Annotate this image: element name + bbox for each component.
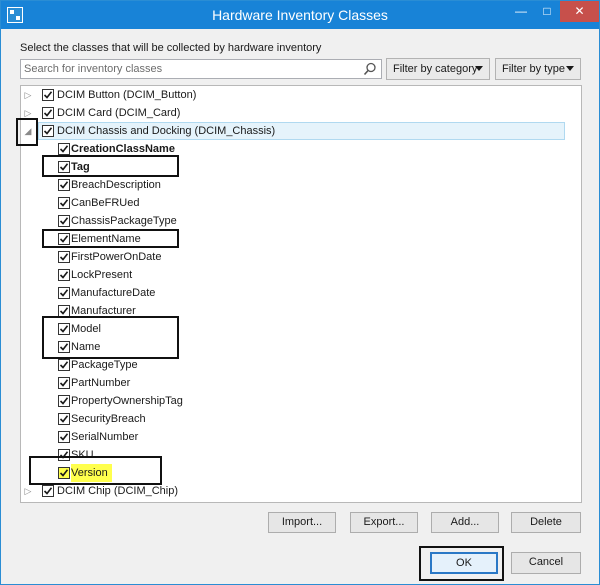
maximize-icon: □ xyxy=(543,4,551,18)
property-checkbox[interactable] xyxy=(58,323,70,335)
property-checkbox[interactable] xyxy=(58,143,70,155)
property-label: Version xyxy=(71,464,112,482)
property-checkbox[interactable] xyxy=(58,287,70,299)
search-icon[interactable] xyxy=(363,62,377,76)
property-label: PropertyOwnershipTag xyxy=(71,395,183,407)
minimize-button[interactable]: — xyxy=(508,1,534,22)
property-label: Model xyxy=(71,323,101,335)
close-button[interactable]: ✕ xyxy=(560,1,599,22)
cancel-button[interactable]: Cancel xyxy=(511,552,581,574)
property-checkbox[interactable] xyxy=(58,359,70,371)
property-checkbox[interactable] xyxy=(58,431,70,443)
tree-item-class[interactable]: ▷ DCIM Button (DCIM_Button) xyxy=(21,86,567,104)
tree-item-property[interactable]: PropertyOwnershipTag xyxy=(21,392,567,410)
property-checkbox[interactable] xyxy=(58,179,70,191)
close-icon: ✕ xyxy=(574,4,585,18)
instructions-label: Select the classes that will be collecte… xyxy=(20,42,322,54)
dialog-window: Hardware Inventory Classes — □ ✕ Select … xyxy=(0,0,600,585)
tree-item-property[interactable]: Manufacturer xyxy=(21,302,567,320)
tree-item-property[interactable]: PackageType xyxy=(21,356,567,374)
expand-arrow-icon[interactable]: ▷ xyxy=(22,482,34,500)
class-label: DCIM Button (DCIM_Button) xyxy=(57,89,197,101)
tree-item-property[interactable]: PartNumber xyxy=(21,374,567,392)
class-label: DCIM Chip (DCIM_Chip) xyxy=(57,485,179,497)
property-checkbox[interactable] xyxy=(58,449,70,461)
property-checkbox[interactable] xyxy=(58,197,70,209)
property-checkbox[interactable] xyxy=(58,305,70,317)
property-label: SecurityBreach xyxy=(71,413,146,425)
minimize-icon: — xyxy=(515,4,527,18)
property-checkbox[interactable] xyxy=(58,467,70,479)
property-checkbox[interactable] xyxy=(58,233,70,245)
property-label: ManufactureDate xyxy=(71,287,156,299)
property-label: CanBeFRUed xyxy=(71,197,140,209)
property-checkbox[interactable] xyxy=(58,413,70,425)
class-checkbox[interactable] xyxy=(42,125,54,137)
tree-item-property[interactable]: CreationClassName xyxy=(21,140,567,158)
property-label: Manufacturer xyxy=(71,305,136,317)
search-input[interactable] xyxy=(24,61,362,77)
expand-arrow-icon[interactable]: ▷ xyxy=(22,104,34,122)
collapse-arrow-icon[interactable]: ◢ xyxy=(22,122,34,140)
maximize-button[interactable]: □ xyxy=(534,1,560,22)
property-label: FirstPowerOnDate xyxy=(71,251,162,263)
tree-item-property[interactable]: FirstPowerOnDate xyxy=(21,248,567,266)
tree-item-property[interactable]: Tag xyxy=(21,158,567,176)
chevron-down-icon xyxy=(566,66,574,71)
property-label: ElementName xyxy=(71,233,141,245)
tree-item-property[interactable]: ChassisPackageType xyxy=(21,212,567,230)
filter-by-type-label: Filter by type xyxy=(502,63,565,75)
tree-item-property[interactable]: BreachDescription xyxy=(21,176,567,194)
class-label: DCIM Card (DCIM_Card) xyxy=(57,107,181,119)
class-tree[interactable]: ▷ DCIM Button (DCIM_Button) ▷ DCIM Card … xyxy=(20,85,582,503)
chevron-down-icon xyxy=(475,66,483,71)
property-label: Tag xyxy=(71,161,90,173)
tree-item-property[interactable]: SerialNumber xyxy=(21,428,567,446)
property-label: Name xyxy=(71,341,101,353)
filter-by-category-label: Filter by category xyxy=(393,63,478,75)
property-label: ChassisPackageType xyxy=(71,215,177,227)
property-label: SKU xyxy=(71,449,94,461)
tree-item-property[interactable]: ManufactureDate xyxy=(21,284,567,302)
tree-item-property[interactable]: SecurityBreach xyxy=(21,410,567,428)
property-checkbox[interactable] xyxy=(58,215,70,227)
import-button[interactable]: Import... xyxy=(268,512,336,533)
property-checkbox[interactable] xyxy=(58,341,70,353)
property-label: CreationClassName xyxy=(71,143,175,155)
tree-item-class[interactable]: ▷ DCIM Card (DCIM_Card) xyxy=(21,104,567,122)
property-checkbox[interactable] xyxy=(58,161,70,173)
property-checkbox[interactable] xyxy=(58,377,70,389)
tree-item-property[interactable]: Name xyxy=(21,338,567,356)
filter-by-type-button[interactable]: Filter by type xyxy=(495,58,581,80)
tree-item-class[interactable]: ▷ DCIM Chip (DCIM_Chip) xyxy=(21,482,567,500)
delete-button[interactable]: Delete xyxy=(511,512,581,533)
tree-item-property[interactable]: SKU xyxy=(21,446,567,464)
title-bar[interactable]: Hardware Inventory Classes — □ ✕ xyxy=(1,1,599,29)
class-checkbox[interactable] xyxy=(42,107,54,119)
export-button[interactable]: Export... xyxy=(350,512,418,533)
property-checkbox[interactable] xyxy=(58,251,70,263)
property-checkbox[interactable] xyxy=(58,269,70,281)
expand-arrow-icon[interactable]: ▷ xyxy=(22,86,34,104)
property-label: PartNumber xyxy=(71,377,131,389)
class-checkbox[interactable] xyxy=(42,485,54,497)
class-label: DCIM Chassis and Docking (DCIM_Chassis) xyxy=(57,125,276,137)
property-label: SerialNumber xyxy=(71,431,139,443)
property-label: LockPresent xyxy=(71,269,133,281)
filter-by-category-button[interactable]: Filter by category xyxy=(386,58,490,80)
tree-item-property[interactable]: ElementName xyxy=(21,230,567,248)
tree-item-property[interactable]: LockPresent xyxy=(21,266,567,284)
property-label: BreachDescription xyxy=(71,179,161,191)
tree-item-class-expanded[interactable]: ◢ DCIM Chassis and Docking (DCIM_Chassis… xyxy=(21,122,567,140)
property-label: PackageType xyxy=(71,359,138,371)
property-checkbox[interactable] xyxy=(58,395,70,407)
tree-item-property[interactable]: Model xyxy=(21,320,567,338)
tree-item-property[interactable]: Version xyxy=(21,464,567,482)
tree-item-property[interactable]: CanBeFRUed xyxy=(21,194,567,212)
class-checkbox[interactable] xyxy=(42,89,54,101)
search-box[interactable] xyxy=(20,59,382,79)
add-button[interactable]: Add... xyxy=(431,512,499,533)
ok-button[interactable]: OK xyxy=(430,552,498,574)
